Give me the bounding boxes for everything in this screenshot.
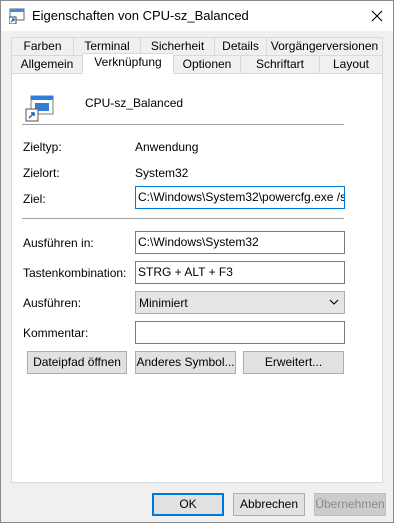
advanced-button[interactable]: Erweitert...	[243, 351, 344, 374]
tastenkombination-label: Tastenkombination:	[23, 266, 127, 280]
tab-label: Allgemein	[20, 57, 74, 71]
tab-label: Farben	[23, 39, 62, 53]
divider	[22, 218, 344, 219]
chevron-down-icon	[329, 299, 339, 305]
kommentar-input[interactable]	[135, 321, 345, 344]
tab-label: Schriftart	[255, 57, 304, 71]
tab-label: Layout	[332, 57, 370, 71]
shortcut-app-icon	[25, 95, 54, 122]
ausfuehren-select[interactable]: Minimiert	[135, 291, 345, 314]
tab-label: Optionen	[182, 57, 232, 71]
tab-vorgaengerversionen[interactable]: Vorgängerversionen	[266, 37, 383, 56]
tab-layout[interactable]: Layout	[319, 55, 383, 74]
title-bar: Eigenschaften von CPU-sz_Balanced	[1, 1, 393, 31]
tab-label: Details	[222, 39, 259, 53]
properties-dialog: Eigenschaften von CPU-sz_Balanced Farben…	[0, 0, 394, 523]
tab-schriftart[interactable]: Schriftart	[240, 55, 320, 74]
zielort-label: Zielort:	[23, 166, 60, 180]
tab-label: Sicherheit	[150, 39, 205, 53]
tab-details[interactable]: Details	[214, 37, 267, 56]
kommentar-label: Kommentar:	[23, 326, 89, 340]
zieltyp-label: Zieltyp:	[23, 140, 62, 154]
shortcut-window-icon	[9, 8, 25, 24]
window-title: Eigenschaften von CPU-sz_Balanced	[32, 8, 249, 23]
close-button[interactable]	[361, 1, 393, 31]
change-icon-button[interactable]: Anderes Symbol...	[135, 351, 236, 374]
tab-label: Verknüpfung	[94, 55, 162, 69]
ausfuehren-in-label: Ausführen in:	[23, 236, 94, 250]
open-path-button[interactable]: Dateipfad öffnen	[27, 351, 127, 374]
ok-button[interactable]: OK	[152, 493, 224, 516]
cancel-button[interactable]: Abbrechen	[233, 493, 305, 516]
shortcut-name: CPU-sz_Balanced	[85, 96, 184, 110]
tab-verknuepfung[interactable]: Verknüpfung	[82, 53, 174, 74]
ausfuehren-label: Ausführen:	[23, 296, 82, 310]
tab-optionen[interactable]: Optionen	[173, 55, 241, 74]
tab-allgemein[interactable]: Allgemein	[11, 55, 83, 74]
ziel-label: Ziel:	[23, 192, 46, 206]
tab-farben[interactable]: Farben	[11, 37, 74, 56]
zielort-value: System32	[135, 166, 189, 180]
zieltyp-value: Anwendung	[135, 140, 199, 154]
apply-button[interactable]: Übernehmen	[314, 493, 386, 516]
ausfuehren-in-input[interactable]: C:\Windows\System32	[135, 231, 345, 254]
tab-label: Terminal	[84, 39, 130, 53]
ziel-input[interactable]: C:\Windows\System32\powercfg.exe /seta	[135, 186, 345, 209]
shortcut-tab-panel: CPU-sz_Balanced Zieltyp: Anwendung Zielo…	[11, 73, 383, 483]
ausfuehren-select-value: Minimiert	[139, 296, 188, 310]
tastenkombination-input[interactable]: STRG + ALT + F3	[135, 261, 345, 284]
divider	[22, 124, 344, 125]
close-icon	[371, 10, 383, 22]
tab-label: Vorgängerversionen	[270, 39, 379, 53]
